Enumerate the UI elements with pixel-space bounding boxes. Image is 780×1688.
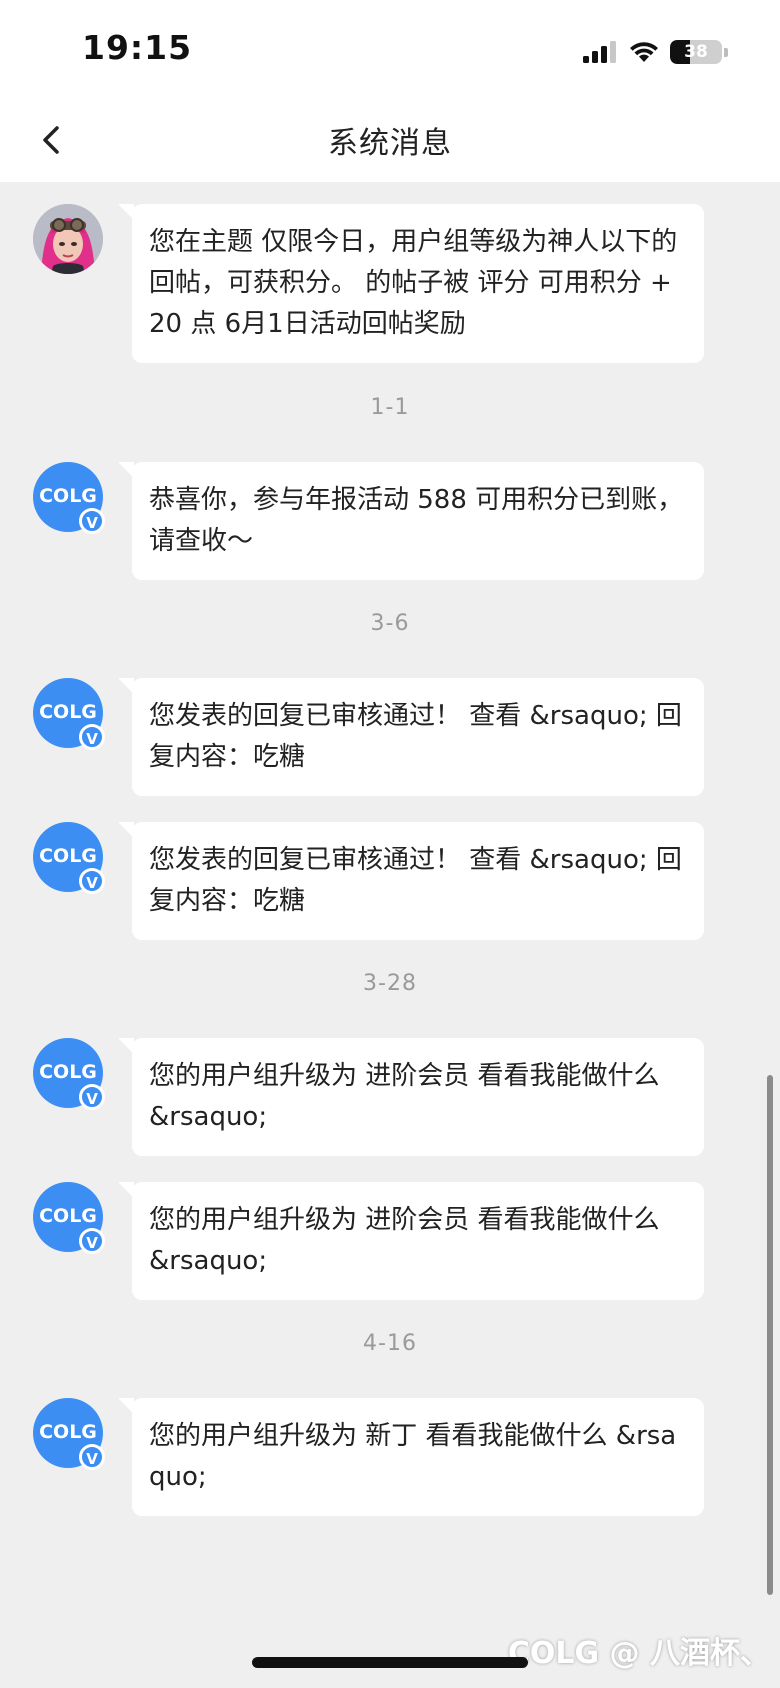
date-separator: 1-1 <box>370 395 410 420</box>
colg-avatar: COLG V <box>33 1038 105 1110</box>
colg-avatar: COLG V <box>33 1398 105 1470</box>
wifi-icon <box>630 42 658 62</box>
colg-logo: COLG <box>39 485 97 507</box>
signal-icon <box>583 41 616 63</box>
home-indicator[interactable] <box>252 1657 528 1668</box>
colg-logo: COLG <box>39 1421 97 1443</box>
message-bubble: 您的用户组升级为 新丁 看看我能做什么 &rsaquo; <box>118 1398 704 1516</box>
message-bubble: 您在主题 仅限今日，用户组等级为神人以下的回帖，可获积分。 的帖子被 评分 可用… <box>118 204 704 363</box>
battery-cap <box>724 47 728 57</box>
date-separator: 3-28 <box>363 971 417 996</box>
message-bubble: 恭喜你，参与年报活动 588 可用积分已到账，请查收～ <box>118 462 704 580</box>
battery-indicator: 38 <box>670 40 722 64</box>
battery-level: 38 <box>684 42 708 62</box>
colg-avatar: COLG V <box>33 678 105 750</box>
colg-avatar: COLG V <box>33 822 105 894</box>
user-avatar <box>33 204 103 274</box>
character-avatar-icon <box>33 204 103 274</box>
colg-logo: COLG <box>39 845 97 867</box>
verified-badge-icon: V <box>79 1084 105 1110</box>
date-separator: 4-16 <box>363 1331 417 1356</box>
watermark: COLG @ 八酒杯、 <box>507 1636 770 1671</box>
colg-avatar: COLG V <box>33 462 105 534</box>
colg-logo: COLG <box>39 1205 97 1227</box>
status-bar: 19:15 38 <box>0 0 780 100</box>
scrollbar[interactable] <box>767 1075 773 1595</box>
verified-badge-icon: V <box>79 868 105 894</box>
status-icons: 38 <box>582 38 728 66</box>
date-separator: 3-6 <box>370 611 410 636</box>
message-bubble: 您发表的回复已审核通过！ 查看 &rsaquo; 回复内容：吃糖 <box>118 822 704 940</box>
colg-avatar: COLG V <box>33 1182 105 1254</box>
page-title: 系统消息 <box>328 126 452 161</box>
colg-logo: COLG <box>39 1061 97 1083</box>
colg-logo: COLG <box>39 701 97 723</box>
verified-badge-icon: V <box>79 724 105 750</box>
nav-bar: 系统消息 <box>0 100 780 182</box>
message-bubble: 您的用户组升级为 进阶会员 看看我能做什么 &rsaquo; <box>118 1182 704 1300</box>
verified-badge-icon: V <box>79 1444 105 1470</box>
verified-badge-icon: V <box>79 1228 105 1254</box>
status-time: 19:15 <box>82 28 193 67</box>
verified-badge-icon: V <box>79 508 105 534</box>
message-bubble: 您的用户组升级为 进阶会员 看看我能做什么 &rsaquo; <box>118 1038 704 1156</box>
message-bubble: 您发表的回复已审核通过！ 查看 &rsaquo; 回复内容：吃糖 <box>118 678 704 796</box>
